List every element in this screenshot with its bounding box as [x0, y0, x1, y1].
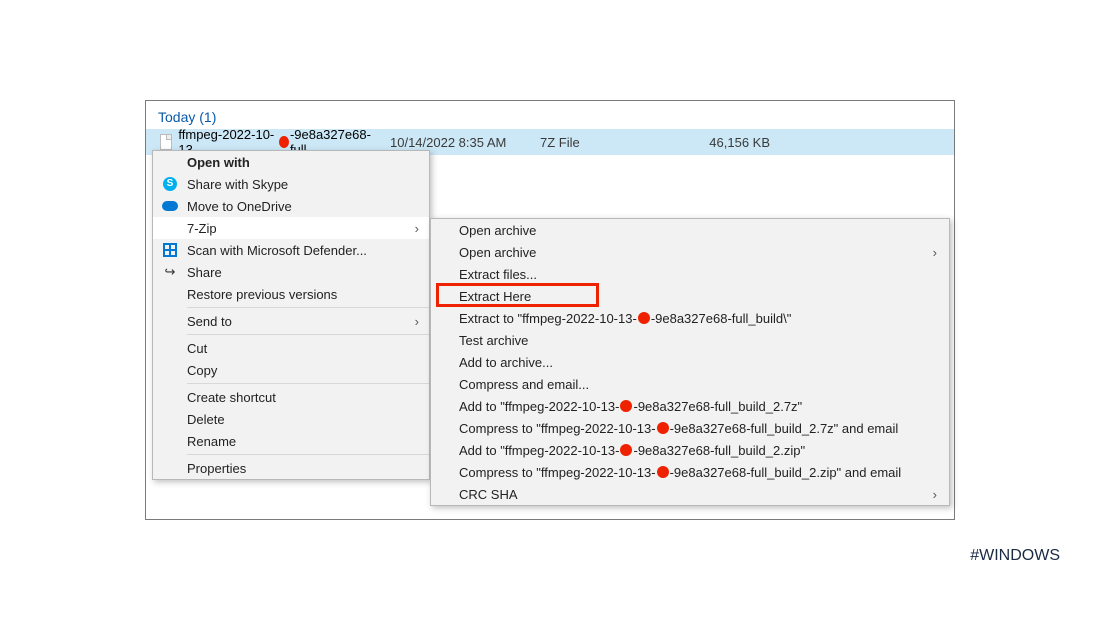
chevron-right-icon: ›	[933, 487, 937, 502]
redacted-dot	[620, 444, 632, 456]
chevron-right-icon: ›	[415, 221, 419, 236]
submenu-add-7z[interactable]: Add to "ffmpeg-2022-10-13--9e8a327e68-fu…	[431, 395, 949, 417]
menu-delete[interactable]: Delete	[153, 408, 429, 430]
submenu-add-to-archive[interactable]: Add to archive...	[431, 351, 949, 373]
defender-icon	[162, 242, 178, 258]
menu-share[interactable]: ↪ Share	[153, 261, 429, 283]
submenu-test-archive[interactable]: Test archive	[431, 329, 949, 351]
menu-separator	[187, 307, 429, 308]
menu-separator	[187, 334, 429, 335]
share-icon: ↪	[162, 264, 178, 280]
hashtag-label: #WINDOWS	[970, 547, 1060, 565]
chevron-right-icon: ›	[415, 314, 419, 329]
submenu-extract-here[interactable]: Extract Here	[431, 285, 949, 307]
menu-share-skype[interactable]: S Share with Skype	[153, 173, 429, 195]
submenu-open-archive-more[interactable]: Open archive›	[431, 241, 949, 263]
submenu-compress-email[interactable]: Compress and email...	[431, 373, 949, 395]
submenu-open-archive[interactable]: Open archive	[431, 219, 949, 241]
file-group-header: Today (1)	[146, 101, 954, 129]
onedrive-icon	[162, 198, 178, 214]
submenu-extract-files[interactable]: Extract files...	[431, 263, 949, 285]
submenu-add-zip[interactable]: Add to "ffmpeg-2022-10-13--9e8a327e68-fu…	[431, 439, 949, 461]
menu-send-to[interactable]: Send to ›	[153, 310, 429, 332]
menu-open-with[interactable]: Open with	[153, 151, 429, 173]
file-icon	[160, 134, 172, 150]
redacted-dot	[657, 422, 669, 434]
redacted-dot	[620, 400, 632, 412]
context-menu: Open with S Share with Skype Move to One…	[152, 150, 430, 480]
file-date: 10/14/2022 8:35 AM	[390, 135, 540, 150]
menu-restore-versions[interactable]: Restore previous versions	[153, 283, 429, 305]
menu-rename[interactable]: Rename	[153, 430, 429, 452]
file-type: 7Z File	[540, 135, 670, 150]
submenu-extract-to[interactable]: Extract to "ffmpeg-2022-10-13--9e8a327e6…	[431, 307, 949, 329]
submenu-compress-zip-email[interactable]: Compress to "ffmpeg-2022-10-13--9e8a327e…	[431, 461, 949, 483]
menu-separator	[187, 383, 429, 384]
menu-create-shortcut[interactable]: Create shortcut	[153, 386, 429, 408]
menu-properties[interactable]: Properties	[153, 457, 429, 479]
submenu-compress-7z-email[interactable]: Compress to "ffmpeg-2022-10-13--9e8a327e…	[431, 417, 949, 439]
chevron-right-icon: ›	[933, 245, 937, 260]
menu-separator	[187, 454, 429, 455]
menu-cut[interactable]: Cut	[153, 337, 429, 359]
menu-7zip[interactable]: 7-Zip ›	[153, 217, 429, 239]
file-size: 46,156 KB	[670, 135, 770, 150]
menu-move-onedrive[interactable]: Move to OneDrive	[153, 195, 429, 217]
7zip-submenu: Open archive Open archive› Extract files…	[430, 218, 950, 506]
menu-scan-defender[interactable]: Scan with Microsoft Defender...	[153, 239, 429, 261]
menu-copy[interactable]: Copy	[153, 359, 429, 381]
redacted-dot	[657, 466, 669, 478]
redacted-dot	[279, 136, 289, 148]
redacted-dot	[638, 312, 650, 324]
submenu-crc-sha[interactable]: CRC SHA›	[431, 483, 949, 505]
skype-icon: S	[162, 176, 178, 192]
